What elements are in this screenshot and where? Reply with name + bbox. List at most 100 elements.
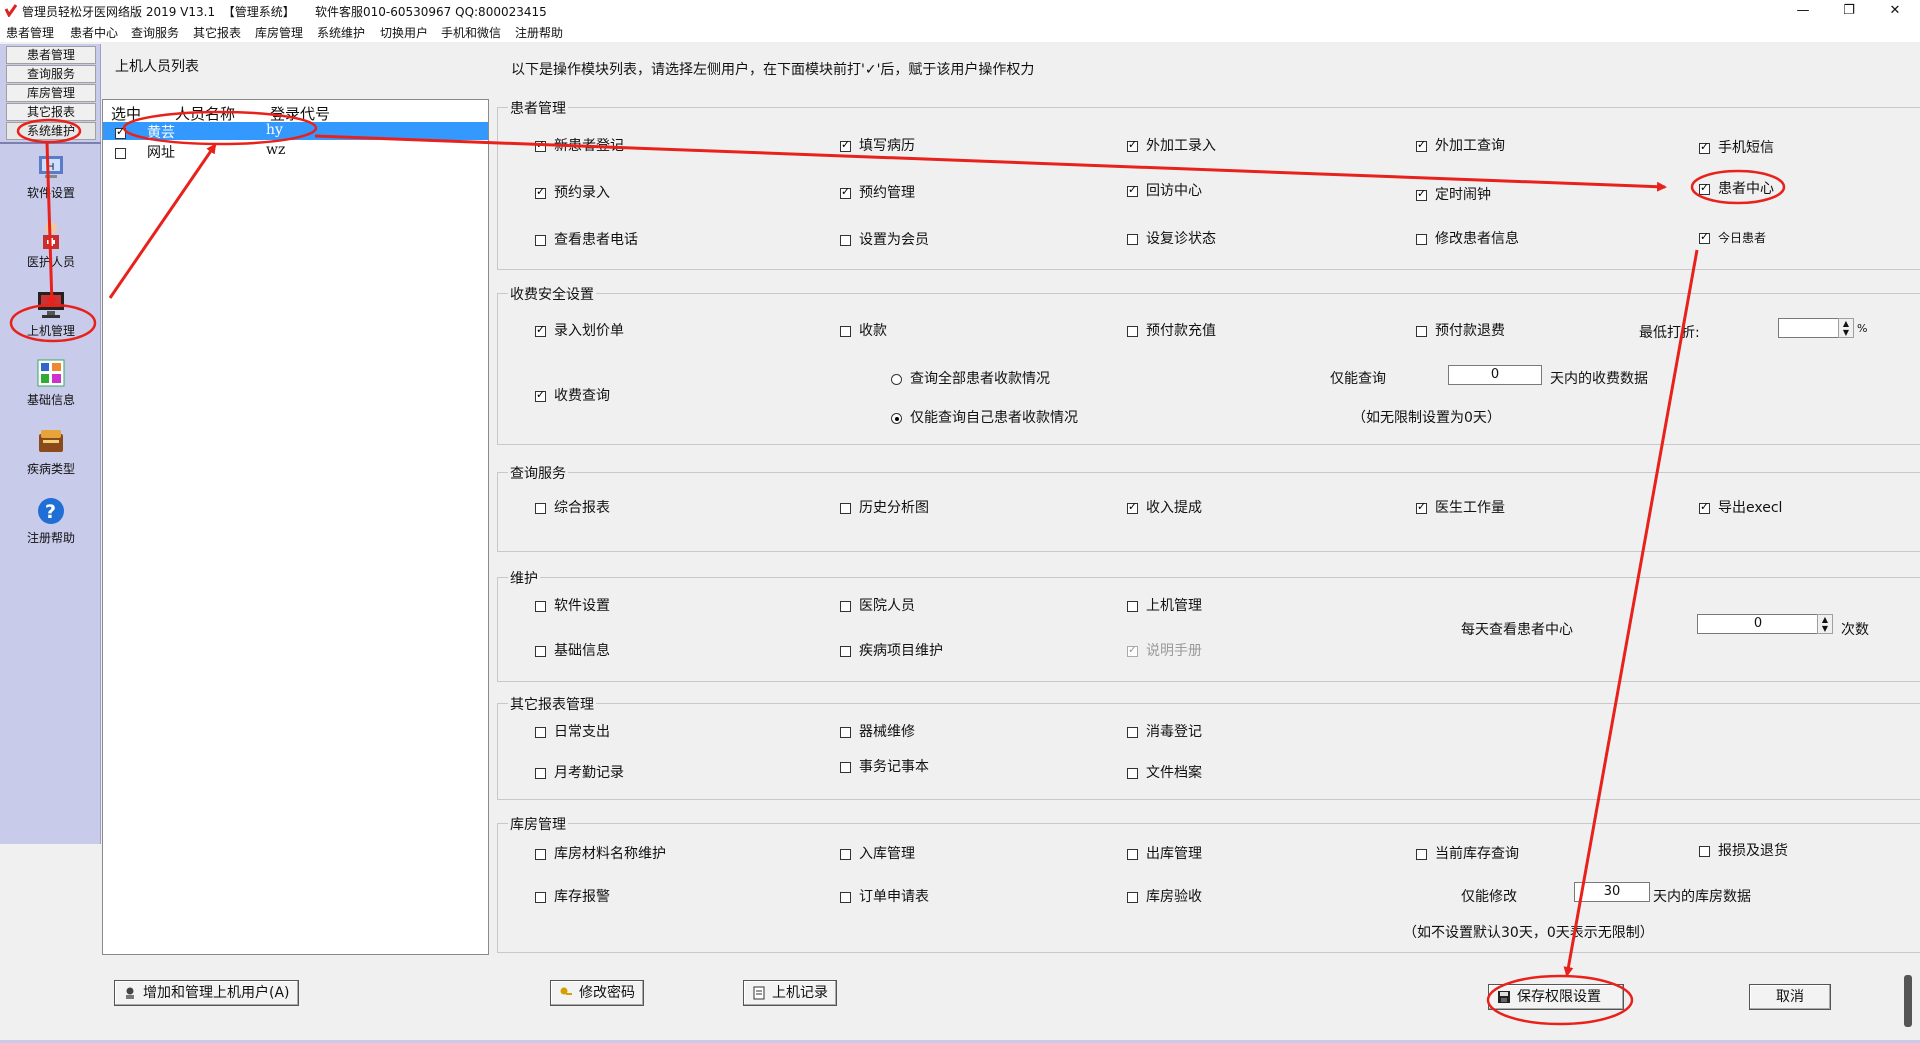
perm-software-settings[interactable]: 软件设置 bbox=[535, 595, 610, 615]
menu-patient-center[interactable]: 患者中心 bbox=[70, 24, 118, 41]
daily-view-input[interactable]: 0 bbox=[1697, 614, 1819, 634]
checkbox[interactable] bbox=[1127, 183, 1138, 197]
checkbox[interactable] bbox=[1416, 187, 1427, 201]
menu-query[interactable]: 查询服务 bbox=[131, 24, 179, 41]
perm-appointment-entry[interactable]: 预约录入 bbox=[535, 182, 610, 202]
checkbox[interactable] bbox=[1699, 230, 1710, 244]
user-row[interactable]: 网址 wz bbox=[103, 142, 433, 161]
perm-patient-center[interactable]: 患者中心 bbox=[1699, 178, 1774, 198]
checkbox[interactable] bbox=[840, 645, 851, 657]
cancel-button[interactable]: 取消 bbox=[1749, 984, 1831, 1010]
minimize-button[interactable]: — bbox=[1780, 0, 1826, 22]
checkbox[interactable] bbox=[1127, 233, 1138, 245]
perm-order-request[interactable]: 订单申请表 bbox=[840, 886, 929, 906]
checkbox[interactable] bbox=[1127, 325, 1138, 337]
perm-export-excel[interactable]: 导出execl bbox=[1699, 497, 1782, 517]
checkbox[interactable] bbox=[1127, 848, 1138, 860]
perm-sms[interactable]: 手机短信 bbox=[1699, 137, 1774, 157]
menu-switch-user[interactable]: 切换用户 bbox=[380, 24, 428, 41]
menu-mobile-wechat[interactable]: 手机和微信 bbox=[441, 24, 501, 41]
close-button[interactable]: ✕ bbox=[1872, 0, 1918, 22]
perm-view-phone[interactable]: 查看患者电话 bbox=[535, 229, 638, 249]
checkbox[interactable] bbox=[1127, 500, 1138, 514]
menu-patient[interactable]: 患者管理 bbox=[6, 24, 54, 41]
perm-doctor-workload[interactable]: 医生工作量 bbox=[1416, 497, 1505, 517]
checkbox[interactable] bbox=[1127, 767, 1138, 779]
perm-price-entry[interactable]: 录入划价单 bbox=[535, 320, 624, 340]
checkbox[interactable] bbox=[840, 185, 851, 199]
perm-attendance[interactable]: 月考勤记录 bbox=[535, 762, 624, 782]
checkbox[interactable] bbox=[1127, 891, 1138, 903]
perm-outsource-query[interactable]: 外加工查询 bbox=[1416, 135, 1505, 155]
checkbox[interactable] bbox=[840, 726, 851, 738]
perm-medical-record[interactable]: 填写病历 bbox=[840, 135, 915, 155]
perm-edit-patient[interactable]: 修改患者信息 bbox=[1416, 228, 1519, 248]
checkbox[interactable] bbox=[535, 848, 546, 860]
checkbox[interactable] bbox=[535, 323, 546, 337]
perm-file-archive[interactable]: 文件档案 bbox=[1127, 762, 1202, 782]
checkbox[interactable] bbox=[840, 761, 851, 773]
restore-button[interactable]: ❐ bbox=[1826, 0, 1872, 22]
perm-comprehensive-report[interactable]: 综合报表 bbox=[535, 497, 610, 517]
checkbox[interactable] bbox=[1416, 848, 1427, 860]
user-row[interactable]: 黄芸 hy bbox=[103, 122, 488, 141]
perm-material-names[interactable]: 库房材料名称维护 bbox=[535, 843, 666, 863]
radio[interactable] bbox=[891, 373, 902, 385]
menu-reports[interactable]: 其它报表 bbox=[193, 24, 241, 41]
perm-prepay-recharge[interactable]: 预付款充值 bbox=[1127, 320, 1216, 340]
nav-tab-patient[interactable]: 患者管理 bbox=[6, 46, 96, 64]
checkbox[interactable] bbox=[1416, 138, 1427, 152]
checkbox[interactable] bbox=[840, 891, 851, 903]
user-list[interactable]: 选中 人员名称 登录代号 黄芸 hy 网址 wz bbox=[102, 99, 489, 955]
checkbox[interactable] bbox=[840, 848, 851, 860]
daily-view-spinner[interactable]: ▲ ▼ bbox=[1817, 614, 1833, 634]
menu-help[interactable]: 注册帮助 bbox=[515, 24, 563, 41]
perm-daily-expense[interactable]: 日常支出 bbox=[535, 721, 610, 741]
nav-medical-staff[interactable]: 医护人员 bbox=[6, 219, 96, 270]
perm-stock-in[interactable]: 入库管理 bbox=[840, 843, 915, 863]
resize-grip[interactable] bbox=[1904, 975, 1912, 1027]
perm-appointment-manage[interactable]: 预约管理 bbox=[840, 182, 915, 202]
perm-timer-alarm[interactable]: 定时闹钟 bbox=[1416, 184, 1491, 204]
col-header-name[interactable]: 人员名称 bbox=[175, 103, 235, 124]
checkbox[interactable] bbox=[535, 502, 546, 514]
query-days-input[interactable]: 0 bbox=[1448, 365, 1542, 385]
add-user-button[interactable]: 增加和管理上机用户(A) bbox=[114, 980, 299, 1006]
nav-tab-reports[interactable]: 其它报表 bbox=[6, 103, 96, 121]
checkbox[interactable] bbox=[1699, 140, 1710, 154]
user-row-checkbox[interactable] bbox=[115, 125, 126, 139]
col-header-code[interactable]: 登录代号 bbox=[270, 103, 330, 124]
checkbox[interactable] bbox=[535, 138, 546, 152]
perm-today-patients[interactable]: 今日患者 bbox=[1699, 229, 1766, 246]
checkbox[interactable] bbox=[535, 234, 546, 246]
perm-history-chart[interactable]: 历史分析图 bbox=[840, 497, 929, 517]
perm-followup-center[interactable]: 回访中心 bbox=[1127, 180, 1202, 200]
checkbox[interactable] bbox=[1416, 325, 1427, 337]
nav-software-settings[interactable]: H 软件设置 bbox=[6, 150, 96, 201]
perm-new-patient[interactable]: 新患者登记 bbox=[535, 135, 624, 155]
checkbox[interactable] bbox=[1127, 138, 1138, 152]
min-discount-input[interactable] bbox=[1778, 318, 1840, 338]
perm-income-commission[interactable]: 收入提成 bbox=[1127, 497, 1202, 517]
radio-query-all[interactable]: 查询全部患者收款情况 bbox=[891, 368, 1050, 388]
user-row-checkbox[interactable] bbox=[115, 147, 126, 159]
menu-system[interactable]: 系统维护 bbox=[317, 24, 365, 41]
col-header-select[interactable]: 选中 bbox=[111, 103, 141, 124]
nav-tab-system[interactable]: 系统维护 bbox=[6, 122, 96, 140]
checkbox[interactable] bbox=[535, 891, 546, 903]
checkbox[interactable] bbox=[1127, 600, 1138, 612]
perm-basic-info[interactable]: 基础信息 bbox=[535, 640, 610, 660]
checkbox[interactable] bbox=[1699, 181, 1710, 195]
radio[interactable] bbox=[891, 412, 902, 424]
checkbox[interactable] bbox=[1127, 726, 1138, 738]
perm-disease-items[interactable]: 疾病项目维护 bbox=[840, 640, 943, 660]
perm-damage-return[interactable]: 报损及退货 bbox=[1699, 840, 1788, 860]
perm-stock-acceptance[interactable]: 库房验收 bbox=[1127, 886, 1202, 906]
checkbox[interactable] bbox=[535, 726, 546, 738]
checkbox[interactable] bbox=[1699, 500, 1710, 514]
perm-set-member[interactable]: 设置为会员 bbox=[840, 229, 929, 249]
checkbox[interactable] bbox=[1699, 845, 1710, 857]
checkbox[interactable] bbox=[840, 138, 851, 152]
checkbox[interactable] bbox=[535, 185, 546, 199]
nav-disease-type[interactable]: 疾病类型 bbox=[6, 426, 96, 477]
